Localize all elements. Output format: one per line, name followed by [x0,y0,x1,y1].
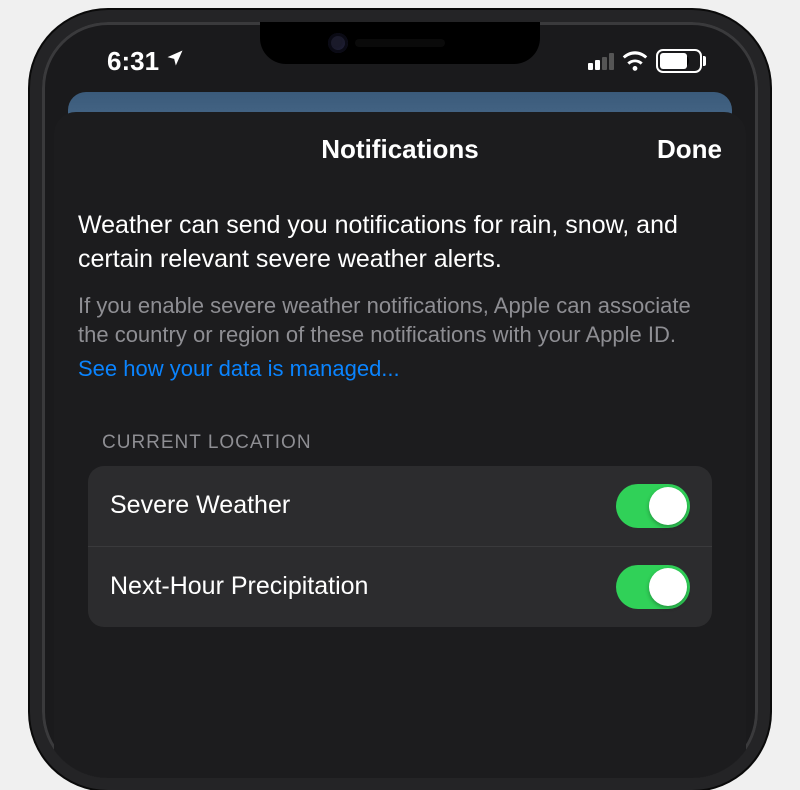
phone-frame: 6:31 70 [30,10,770,790]
notifications-modal: Notifications Done Weather can send you … [54,112,746,778]
setting-label: Severe Weather [110,491,290,520]
setting-row-next-hour-precipitation: Next-Hour Precipitation [88,547,712,627]
modal-body: Weather can send you notifications for r… [54,187,746,627]
toggle-knob [649,568,687,606]
description-secondary: If you enable severe weather notificatio… [78,291,722,350]
description-primary: Weather can send you notifications for r… [78,209,722,277]
screen-content: Notifications Done Weather can send you … [50,92,750,778]
status-right: 70 [588,49,706,73]
setting-label: Next-Hour Precipitation [110,572,368,601]
volume-down-button [30,422,32,512]
front-camera [328,33,348,53]
location-arrow-icon [165,44,185,75]
toggle-next-hour-precipitation[interactable] [616,565,690,609]
toggle-severe-weather[interactable] [616,484,690,528]
modal-title: Notifications [321,134,478,165]
modal-header: Notifications Done [54,112,746,187]
notch [260,22,540,64]
cellular-signal-icon [588,53,614,70]
volume-up-button [30,312,32,402]
privacy-link[interactable]: See how your data is managed... [78,354,722,384]
battery-level: 70 [660,53,702,70]
toggle-knob [649,487,687,525]
status-left: 6:31 [107,46,185,77]
done-button[interactable]: Done [657,134,722,165]
setting-row-severe-weather: Severe Weather [88,466,712,547]
wifi-icon [622,51,648,71]
section-header-current-location: CURRENT LOCATION [102,432,722,454]
earpiece-speaker [355,39,445,47]
battery-indicator: 70 [656,49,706,73]
settings-group: Severe Weather Next-Hour Precipitation [88,466,712,627]
clock-time: 6:31 [107,46,159,77]
silent-switch [30,232,32,282]
